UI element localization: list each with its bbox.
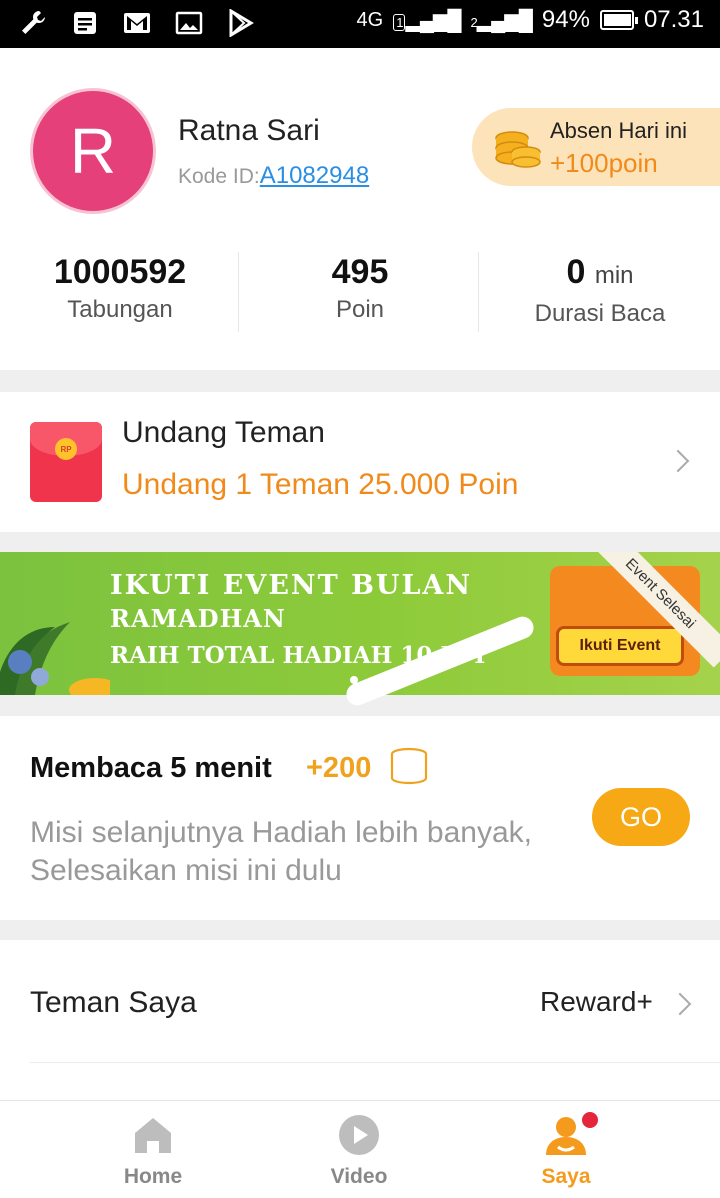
- red-envelope-icon: RP: [30, 422, 102, 502]
- signal-icon-2: 2▂▄▆█: [470, 9, 533, 32]
- my-friends-row[interactable]: Teman Saya Reward+: [0, 940, 720, 1100]
- nav-saya[interactable]: Saya: [506, 1113, 626, 1189]
- stat-poin[interactable]: 495 Poin: [240, 248, 480, 324]
- stat-value: 1000592: [53, 253, 187, 291]
- stats-row: 1000592 Tabungan 495 Poin 0 min Durasi B…: [0, 248, 720, 338]
- nav-home[interactable]: Home: [93, 1113, 213, 1189]
- notification-dot: [582, 1112, 598, 1128]
- leaves-decoration: [0, 622, 110, 695]
- event-banner[interactable]: IKUTI EVENT BULAN RAMADHAN RAIH TOTAL HA…: [0, 552, 720, 695]
- mission-card: Membaca 5 menit +200 Misi selanjutnya Ha…: [0, 716, 720, 920]
- invite-subtitle: Undang 1 Teman 25.000 Poin: [122, 468, 519, 501]
- invite-friends-row[interactable]: RP Undang Teman Undang 1 Teman 25.000 Po…: [0, 392, 720, 532]
- image-icon: [174, 8, 204, 38]
- bottom-nav: Home Video Saya: [0, 1100, 720, 1198]
- stat-unit: min: [594, 262, 634, 289]
- code-link[interactable]: A1082948: [260, 162, 369, 189]
- home-icon: [131, 1113, 175, 1157]
- stat-label: Durasi Baca: [534, 300, 666, 327]
- stat-tabungan[interactable]: 1000592 Tabungan: [0, 248, 240, 324]
- chevron-right-icon: [666, 449, 690, 473]
- play-circle-icon: [337, 1113, 381, 1157]
- mission-description: Misi selanjutnya Hadiah lebih banyak, Se…: [30, 814, 532, 890]
- stat-label: Poin: [335, 296, 385, 323]
- user-name: Ratna Sari: [178, 114, 320, 147]
- chevron-right-icon: [668, 992, 692, 1016]
- status-bar: 4G 1 ▂▄▆█ 2▂▄▆█ 94% 07.31: [0, 0, 720, 48]
- mission-title: Membaca 5 menit: [30, 752, 272, 784]
- go-button[interactable]: GO: [592, 788, 690, 846]
- nav-video[interactable]: Video: [299, 1113, 419, 1189]
- divider: [478, 252, 479, 332]
- coin-stack-icon: [390, 747, 428, 785]
- banner-cta-button[interactable]: Ikuti Event: [556, 626, 684, 666]
- clock: 07.31: [643, 6, 704, 33]
- friends-label: Teman Saya: [30, 986, 197, 1019]
- message-icon: [70, 8, 100, 38]
- banner-title-2: RAMADHAN: [110, 604, 286, 633]
- network-type: 4G: [356, 8, 384, 31]
- signal-icon: 1 ▂▄▆█: [393, 8, 462, 33]
- coins-icon: [495, 131, 541, 168]
- stat-durasi[interactable]: 0 min Durasi Baca: [480, 248, 720, 328]
- avatar[interactable]: R: [30, 88, 156, 214]
- mission-points: +200: [306, 752, 372, 784]
- sim2-label: 2: [470, 14, 478, 30]
- envelope-coin: RP: [55, 438, 77, 460]
- battery-icon: [599, 10, 638, 30]
- stat-value: 495: [331, 253, 389, 291]
- invite-title: Undang Teman: [122, 416, 325, 449]
- divider: [238, 252, 239, 332]
- checkin-button[interactable]: Absen Hari ini +100poin: [472, 108, 720, 186]
- play-store-icon: [226, 8, 256, 38]
- banner-title: IKUTI EVENT BULAN: [110, 570, 473, 601]
- checkin-points: +100poin: [550, 148, 658, 178]
- mission-desc-line1: Misi selanjutnya Hadiah lebih banyak,: [30, 816, 532, 849]
- nav-label: Video: [330, 1165, 388, 1188]
- reward-label: Reward+: [540, 986, 653, 1017]
- profile-card: R Ratna Sari Kode ID:A1082948 Absen Hari…: [0, 48, 720, 370]
- wrench-icon: [18, 8, 48, 38]
- nav-label: Home: [123, 1165, 183, 1188]
- divider: [30, 1062, 720, 1063]
- checkin-title: Absen Hari ini: [550, 118, 687, 143]
- mission-desc-line2: Selesaikan misi ini dulu: [30, 854, 342, 887]
- gmail-icon: [122, 8, 152, 38]
- stat-label: Tabungan: [67, 296, 173, 323]
- battery-percent: 94%: [541, 6, 590, 33]
- code-label: Kode ID:: [178, 165, 260, 188]
- nav-label: Saya: [541, 1165, 591, 1188]
- sim1-label: 1: [393, 13, 406, 31]
- stat-value: 0: [566, 253, 586, 291]
- user-code: Kode ID:A1082948: [178, 162, 369, 190]
